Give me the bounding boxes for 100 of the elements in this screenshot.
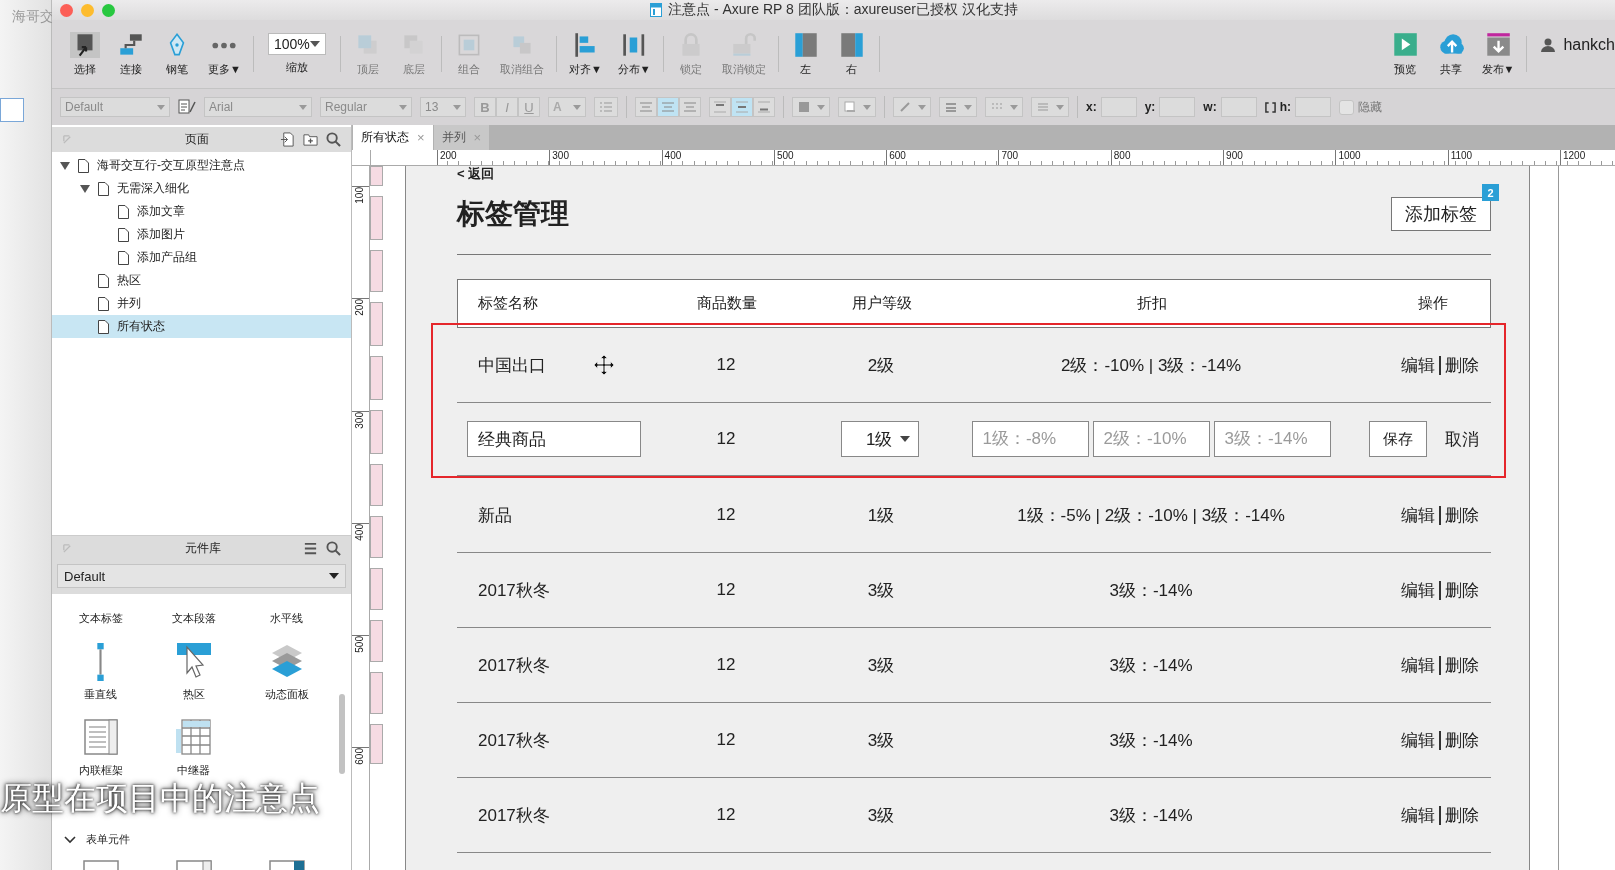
action-link[interactable]: 编辑	[1401, 353, 1435, 377]
toolbar-button[interactable]: 共享	[1429, 28, 1472, 80]
toolbar-button[interactable]: 发布▼	[1475, 28, 1521, 80]
collapse-icon[interactable]	[62, 543, 73, 554]
widget-item[interactable]: 内联框架	[54, 702, 147, 778]
table-cell-text: 2级：-10% | 3级：-14%	[1060, 354, 1242, 377]
action-link[interactable]: 删除	[1445, 728, 1479, 752]
widget-item[interactable]: 水平线	[240, 598, 333, 626]
add-folder-icon[interactable]	[303, 132, 318, 147]
valign-button[interactable]	[731, 97, 753, 117]
toolbar-button[interactable]: 分布▼	[611, 28, 657, 80]
table-cell-text: 2017秋冬	[478, 579, 550, 602]
user-name[interactable]: hankch	[1563, 36, 1615, 54]
action-link[interactable]: 删除	[1445, 578, 1479, 602]
page-item[interactable]: 添加图片	[52, 223, 351, 246]
ruler-marker	[370, 250, 383, 292]
toolbar-button[interactable]: 左	[784, 28, 827, 80]
search-icon[interactable]	[326, 541, 341, 556]
back-link[interactable]: < 返回	[457, 166, 495, 181]
input-field[interactable]	[0, 98, 24, 122]
menu-icon[interactable]	[303, 541, 318, 556]
line-pattern-dropdown[interactable]	[985, 97, 1023, 117]
table-cell-text: 3级	[867, 579, 895, 602]
library-dropdown[interactable]: Default	[57, 564, 346, 588]
minimize-button[interactable]	[81, 3, 94, 17]
align-button[interactable]	[635, 97, 657, 117]
panel-title: 元件库	[184, 540, 222, 557]
discount-input[interactable]: 2级：-10%	[1092, 421, 1210, 457]
action-link[interactable]: 编辑	[1401, 803, 1435, 827]
coordinate-field[interactable]	[1220, 97, 1257, 117]
expand-triangle-icon[interactable]	[60, 160, 70, 171]
action-link[interactable]: 删除	[1445, 503, 1479, 527]
expand-triangle-icon[interactable]	[80, 183, 90, 194]
toolbar-button[interactable]: 钢笔	[156, 28, 198, 80]
page-tab[interactable]: 并列 ×	[433, 125, 490, 150]
search-icon[interactable]	[326, 132, 341, 147]
bullet-list-button[interactable]	[594, 97, 618, 117]
widget-item[interactable]: 文本标签	[54, 598, 147, 626]
arrow-style-dropdown[interactable]	[1031, 97, 1069, 117]
action-link[interactable]: 编辑	[1401, 503, 1435, 527]
aspect-lock-icon[interactable]	[1264, 101, 1276, 113]
name-input[interactable]: 经典商品	[467, 421, 641, 457]
widget-item[interactable]: 垂直线	[54, 626, 147, 702]
line-weight-dropdown[interactable]	[939, 97, 977, 117]
widget-item[interactable]: 中继器	[147, 702, 240, 778]
window-title: 注意点 - Axure RP 8 团队版：axureuser已授权 汉化支持	[668, 1, 1018, 19]
action-link[interactable]: 删除	[1445, 353, 1479, 377]
table-cell-text: 3级：-14%	[1109, 654, 1193, 677]
valign-button[interactable]	[709, 97, 731, 117]
page-item[interactable]: 所有状态	[52, 315, 351, 338]
page-icon	[78, 158, 89, 173]
coordinate-field[interactable]	[1159, 97, 1196, 117]
scrollbar[interactable]	[339, 694, 345, 774]
widget-item[interactable]: 热区	[147, 626, 240, 702]
coordinate-label: y:	[1144, 100, 1156, 114]
widget-section[interactable]: 表单元件	[64, 832, 130, 847]
shadow-dropdown[interactable]	[838, 97, 876, 117]
table-cell-text: 2级	[867, 354, 895, 377]
action-link[interactable]: 编辑	[1401, 728, 1435, 752]
align-button[interactable]	[679, 97, 701, 117]
action-link[interactable]: 删除	[1445, 653, 1479, 677]
zoom-button[interactable]	[102, 3, 115, 17]
action-link[interactable]: 编辑	[1401, 653, 1435, 677]
widget-item[interactable]: 文本段落	[147, 598, 240, 626]
page-item[interactable]: 添加产品组	[52, 246, 351, 269]
page-tab[interactable]: 所有状态 ×	[353, 125, 433, 150]
save-button[interactable]: 保存	[1369, 421, 1427, 457]
page-item[interactable]: 无需深入细化	[52, 177, 351, 200]
hidden-checkbox[interactable]	[1339, 99, 1354, 115]
toolbar-button[interactable]: 对齐▼	[562, 28, 608, 80]
level-select[interactable]: 1级	[841, 421, 919, 457]
zoom-dropdown[interactable]: 100%	[267, 33, 326, 55]
page-icon	[118, 227, 129, 242]
align-button[interactable]	[657, 97, 679, 117]
coordinate-field[interactable]	[1295, 97, 1331, 117]
action-link[interactable]: 删除	[1445, 803, 1479, 827]
page-item[interactable]: 热区	[52, 269, 351, 292]
page-item[interactable]: 海哥交互行-交互原型注意点	[52, 154, 351, 177]
add-page-icon[interactable]	[280, 132, 295, 147]
toolbar-button[interactable]: 更多▼	[202, 28, 247, 80]
fill-dropdown[interactable]	[792, 97, 830, 117]
toolbar-button[interactable]: 预览	[1383, 28, 1426, 80]
page-item[interactable]: 添加文章	[52, 200, 351, 223]
close-button[interactable]	[60, 3, 73, 17]
discount-input[interactable]: 3级：-14%	[1213, 421, 1331, 457]
valign-button[interactable]	[753, 97, 775, 117]
widget-item[interactable]: 动态面板	[240, 626, 333, 702]
discount-input[interactable]: 1级：-8%	[971, 421, 1089, 457]
format-painter-icon[interactable]	[178, 99, 196, 115]
page-item[interactable]: 并列	[52, 292, 351, 315]
toolbar-button[interactable]: 连接	[110, 28, 152, 80]
shadow-icon	[843, 101, 857, 113]
cancel-link[interactable]: 取消	[1445, 427, 1479, 451]
collapse-icon[interactable]	[62, 134, 73, 145]
toolbar-button[interactable]: 选择	[64, 28, 106, 80]
add-tag-button[interactable]: 添加标签	[1391, 197, 1491, 231]
action-link[interactable]: 编辑	[1401, 578, 1435, 602]
toolbar-button[interactable]: 右	[830, 28, 873, 80]
line-color-dropdown[interactable]	[893, 97, 931, 117]
coordinate-field[interactable]	[1100, 97, 1137, 117]
